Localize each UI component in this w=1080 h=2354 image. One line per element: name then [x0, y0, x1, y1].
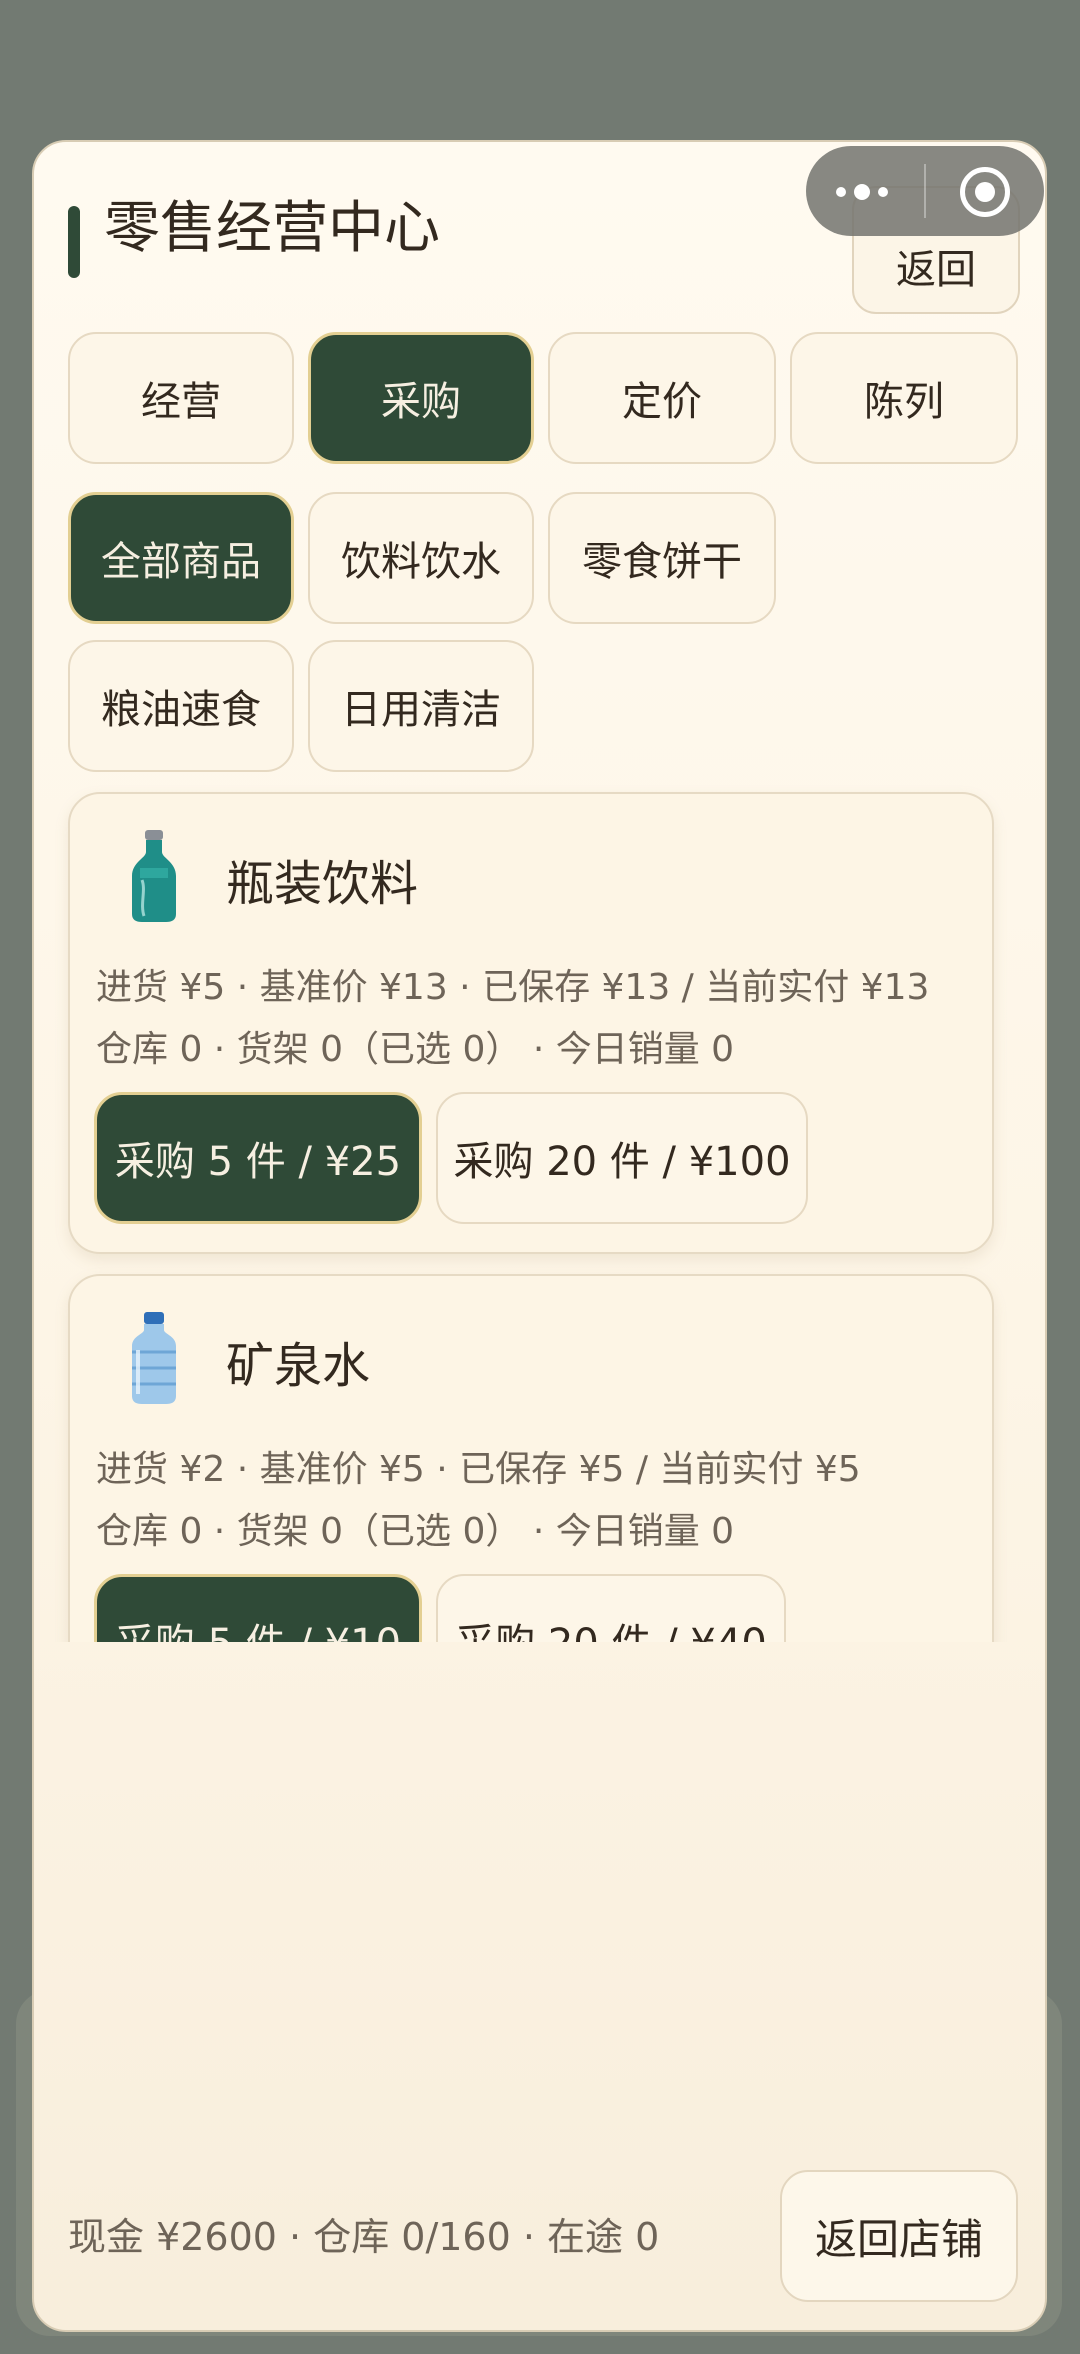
product-card: 矿泉水 进货 ¥2 · 基准价 ¥5 · 已保存 ¥5 / 当前实付 ¥5 仓库… [68, 1274, 994, 1642]
mini-program-capsule [806, 146, 1044, 236]
buy-20-button[interactable]: 采购 20 件 / ¥100 [436, 1092, 808, 1224]
close-target-icon[interactable] [960, 167, 1010, 217]
retail-panel: 零售经营中心 返回 经营 采购 定价 陈列 全部商品 饮料饮水 零食饼干 粮油速… [32, 140, 1047, 2332]
product-name: 瓶装饮料 [226, 856, 419, 912]
capsule-divider [924, 164, 926, 218]
product-list[interactable]: 瓶装饮料 进货 ¥5 · 基准价 ¥13 · 已保存 ¥13 / 当前实付 ¥1… [34, 142, 1045, 1642]
product-name: 矿泉水 [226, 1338, 371, 1394]
product-stock-info: 仓库 0 · 货架 0（已选 0） · 今日销量 0 [96, 1029, 735, 1070]
return-store-button[interactable]: 返回店铺 [780, 2170, 1018, 2302]
status-summary: 现金 ¥2600 · 仓库 0/160 · 在途 0 [68, 2215, 660, 2259]
product-card: 瓶装饮料 进货 ¥5 · 基准价 ¥13 · 已保存 ¥13 / 当前实付 ¥1… [68, 792, 994, 1254]
buy-5-button[interactable]: 采购 5 件 / ¥25 [94, 1092, 422, 1224]
product-price-info: 进货 ¥5 · 基准价 ¥13 · 已保存 ¥13 / 当前实付 ¥13 [96, 967, 930, 1008]
water-bottle-icon [132, 1312, 176, 1404]
green-bottle-icon [132, 830, 176, 922]
product-stock-info: 仓库 0 · 货架 0（已选 0） · 今日销量 0 [96, 1511, 735, 1552]
more-icon[interactable] [836, 184, 896, 200]
product-price-info: 进货 ¥2 · 基准价 ¥5 · 已保存 ¥5 / 当前实付 ¥5 [96, 1449, 861, 1490]
buy-20-button[interactable]: 采购 20 件 / ¥40 [436, 1574, 786, 1642]
buy-5-button[interactable]: 采购 5 件 / ¥10 [94, 1574, 422, 1642]
